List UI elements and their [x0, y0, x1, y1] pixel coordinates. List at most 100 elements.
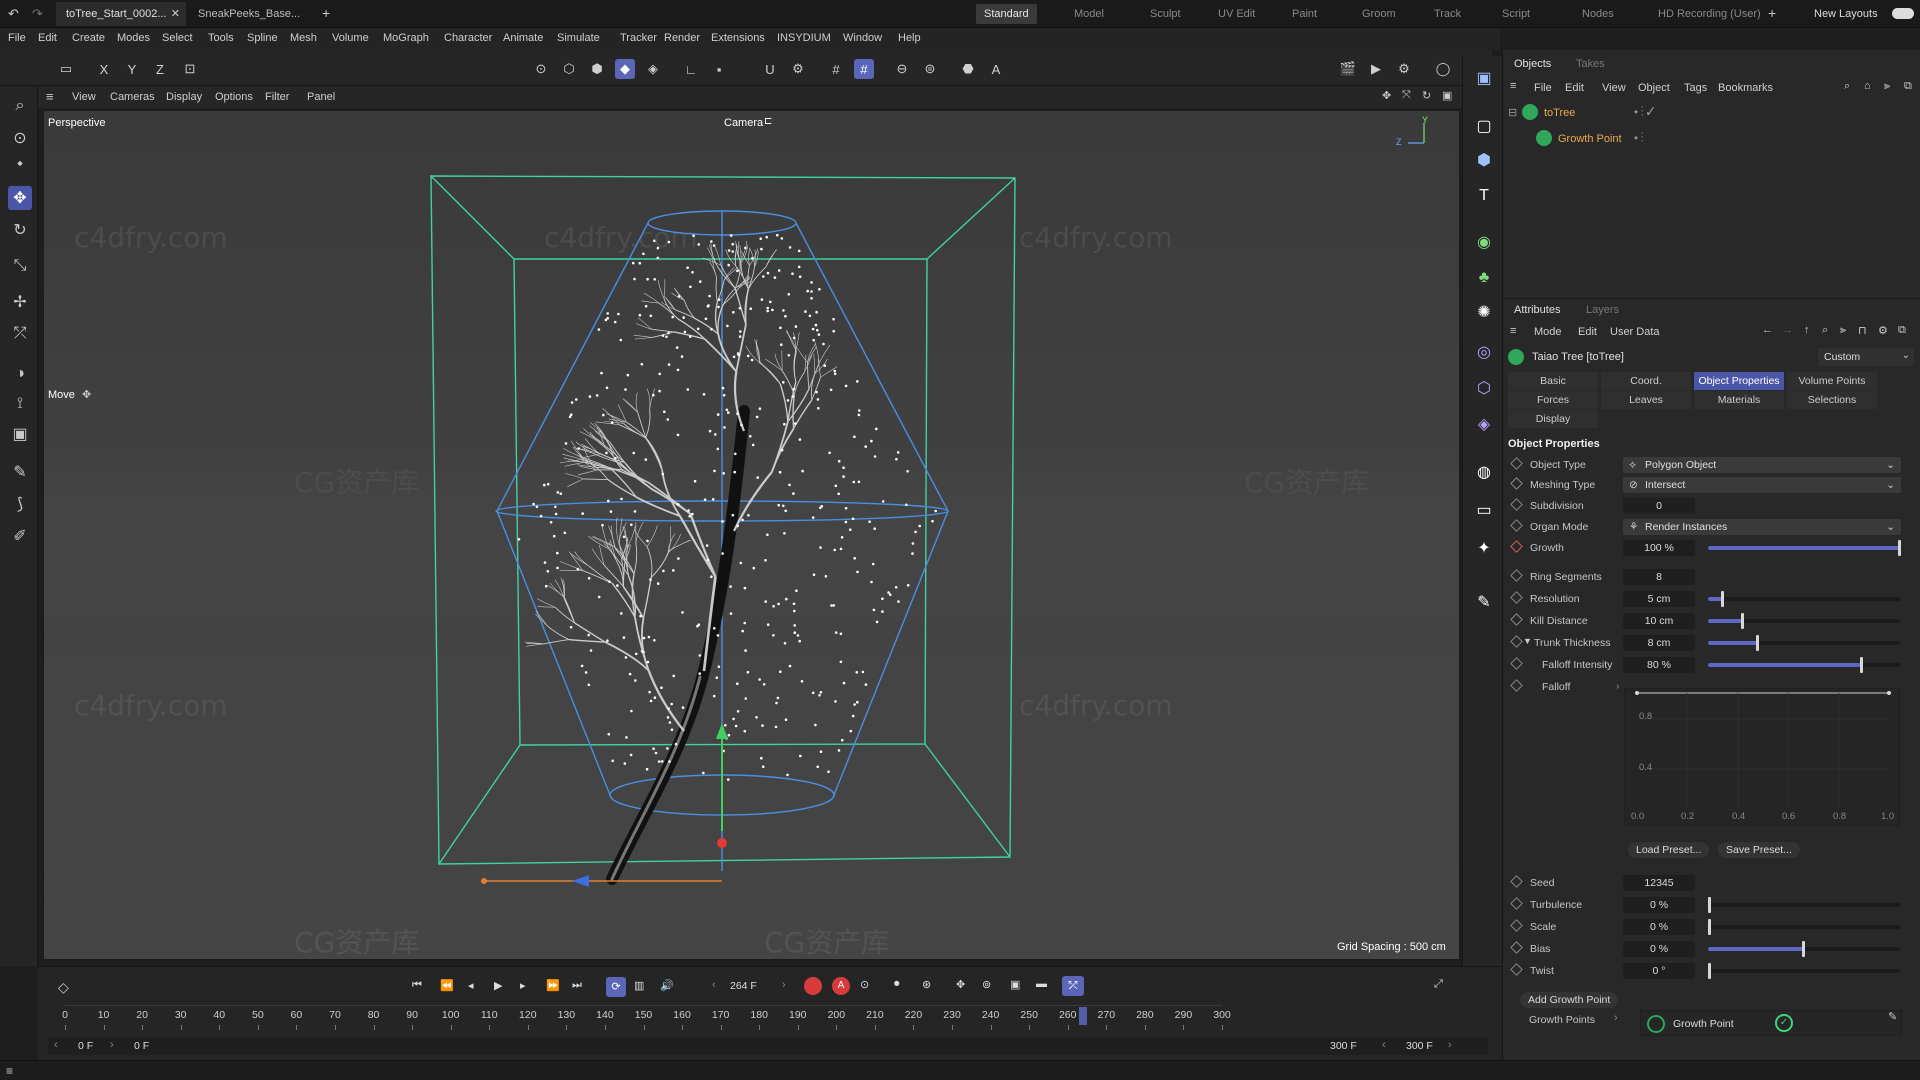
meshing-type-dropdown[interactable]: ⊘ Intersect ⌄ — [1623, 477, 1901, 493]
frame-nav-right-icon[interactable]: › — [110, 1039, 114, 1051]
key-param-icon[interactable]: ⊚ — [982, 978, 991, 991]
paint-tool-icon[interactable]: ✎ — [8, 460, 32, 484]
auto-icon[interactable]: A — [986, 59, 1006, 79]
key-point-icon[interactable]: ▬ — [1036, 978, 1047, 990]
tab-coord[interactable]: Coord. — [1601, 372, 1691, 390]
twist-slider[interactable] — [1708, 963, 1900, 979]
bias-slider[interactable] — [1708, 941, 1900, 957]
y-axis-lock-button[interactable]: Y — [122, 59, 142, 79]
viewport-menu-panel[interactable]: Panel — [307, 91, 335, 103]
growth-slider[interactable] — [1708, 540, 1901, 556]
cube-tool-icon[interactable]: ▣ — [8, 422, 32, 446]
key-rot-icon[interactable]: ⊛ — [922, 978, 931, 991]
tab-attributes[interactable]: Attributes — [1514, 304, 1560, 316]
menu-insydium[interactable]: INSYDIUM — [777, 32, 831, 44]
transform-tool-icon[interactable]: ✢ — [8, 290, 32, 314]
up-arrow-icon[interactable]: ↑ — [1804, 324, 1810, 336]
scale-field[interactable]: 0 % — [1623, 919, 1695, 935]
chevron-right-icon[interactable]: › — [1616, 680, 1620, 692]
objects-hamburger-icon[interactable]: ≡ — [1510, 80, 1516, 92]
render-settings-icon[interactable]: ⚙ — [1394, 59, 1414, 79]
key-pla-icon[interactable]: ▣ — [1010, 978, 1020, 991]
objects-menu-bookmarks[interactable]: Bookmarks — [1718, 82, 1773, 94]
keyframe-icon[interactable] — [1510, 519, 1523, 532]
coordinate-tool-icon[interactable]: ⤱ — [8, 322, 32, 346]
layout-tab-track[interactable]: Track — [1426, 4, 1469, 24]
keyframe-icon[interactable] — [1510, 941, 1523, 954]
preset-dropdown[interactable]: Custom ⌄ — [1818, 348, 1914, 366]
menu-simulate[interactable]: Simulate — [557, 32, 600, 44]
frame-nav-right-icon[interactable]: › — [782, 979, 786, 991]
search-icon[interactable]: ⌕ — [1822, 324, 1828, 337]
viewport-layout-icon[interactable]: ▣ — [1442, 89, 1452, 102]
document-tab-active[interactable]: toTree_Start_0002... ✕ — [56, 2, 186, 26]
new-window-icon[interactable]: ⧉ — [1898, 324, 1906, 337]
play-icon[interactable]: ▶ — [494, 979, 502, 992]
new-tab-plus-icon[interactable]: + — [322, 5, 330, 21]
hamburger-menu-icon[interactable]: ≡ — [46, 89, 54, 104]
falloff-intensity-field[interactable]: 80 % — [1623, 657, 1695, 673]
frame-nav-left-icon[interactable]: ‹ — [54, 1039, 58, 1051]
turbulence-field[interactable]: 0 % — [1623, 897, 1695, 913]
object-name[interactable]: Growth Point — [1558, 133, 1622, 145]
keyframe-selection-icon[interactable]: ⊙ — [860, 978, 869, 991]
attributes-hamburger-icon[interactable]: ≡ — [1510, 325, 1516, 337]
z-axis-lock-button[interactable]: Z — [150, 59, 170, 79]
menu-spline[interactable]: Spline — [247, 32, 278, 44]
viewport-move-icon[interactable]: ✥ — [1382, 89, 1391, 102]
check-icon[interactable]: ✓ — [1775, 1014, 1793, 1032]
scale-tool-icon[interactable]: ⤡ — [8, 254, 32, 278]
redshift-icon[interactable]: ◯ — [1433, 59, 1453, 79]
search-icon[interactable]: ⌕ — [1844, 80, 1850, 93]
search-icon[interactable]: ⌕ — [8, 94, 32, 118]
record-icon[interactable] — [804, 977, 822, 995]
layout-tab-sculpt[interactable]: Sculpt — [1142, 4, 1189, 24]
collapse-icon[interactable]: ⊟ — [1508, 106, 1517, 119]
scale-slider[interactable] — [1708, 919, 1900, 935]
attributes-menu-edit[interactable]: Edit — [1578, 326, 1597, 338]
resolution-field[interactable]: 5 cm — [1623, 591, 1695, 607]
spline-pen-icon[interactable]: ✐ — [8, 524, 32, 548]
timeline-range-bar[interactable]: ‹ 0 F › 0 F 300 F ‹ 300 F › — [48, 1037, 1488, 1055]
keyframe-mode-icon[interactable]: ◇ — [58, 979, 69, 996]
viewport-menu-options[interactable]: Options — [215, 91, 253, 103]
home-icon[interactable]: ⌂ — [1864, 80, 1871, 92]
light-icon[interactable]: ✦ — [1472, 536, 1496, 560]
menu-mesh[interactable]: Mesh — [290, 32, 317, 44]
layout-tab-standard[interactable]: Standard — [976, 4, 1037, 24]
autokey-icon[interactable]: A — [832, 977, 850, 995]
edit-pencil-icon[interactable]: ✎ — [1888, 1010, 1897, 1023]
go-to-start-icon[interactable]: ⏮ — [412, 979, 422, 992]
keyframe-icon[interactable] — [1510, 897, 1523, 910]
new-window-icon[interactable]: ⧉ — [1904, 80, 1912, 93]
field-icon[interactable]: ◎ — [1472, 340, 1496, 364]
texture-mode-icon[interactable]: ◈ — [643, 59, 663, 79]
kill-distance-slider[interactable] — [1708, 613, 1900, 629]
live-select-icon[interactable]: ⬩ — [8, 152, 32, 176]
expand-triangle-icon[interactable]: ▼ — [1523, 636, 1532, 646]
keyframe-icon[interactable] — [1510, 569, 1523, 582]
save-preset-button[interactable]: Save Preset... — [1718, 842, 1800, 858]
scene-icon[interactable]: ◍ — [1472, 460, 1496, 484]
sound-icon[interactable]: 🔊 — [660, 979, 674, 992]
settings-icon[interactable]: ⚙ — [1878, 324, 1888, 337]
volume-icon[interactable]: ⬡ — [1472, 376, 1496, 400]
keyframe-icon[interactable] — [1510, 875, 1523, 888]
keyframe-icon[interactable] — [1510, 963, 1523, 976]
viewport-rotate-icon[interactable]: ↻ — [1422, 89, 1431, 102]
key-pos-icon[interactable]: ⏺ — [894, 978, 900, 991]
menu-tools[interactable]: Tools — [208, 32, 234, 44]
redo-icon[interactable]: ↷ — [32, 6, 43, 22]
objects-menu-edit[interactable]: Edit — [1565, 82, 1584, 94]
quantize-icon[interactable]: # — [854, 59, 874, 79]
attributes-menu-user-data[interactable]: User Data — [1610, 326, 1660, 338]
bias-field[interactable]: 0 % — [1623, 941, 1695, 957]
camera-object-icon[interactable]: ▭ — [1472, 498, 1496, 522]
keyframe-icon[interactable] — [1510, 477, 1523, 490]
document-tab[interactable]: SneakPeeks_Base... — [188, 2, 306, 26]
organ-mode-dropdown[interactable]: ⚘ Render Instances ⌄ — [1623, 519, 1901, 535]
generator-icon[interactable]: ◉ — [1472, 230, 1496, 254]
next-frame-icon[interactable]: ▸ — [520, 979, 526, 992]
range-end-field[interactable]: 300 F — [1330, 1040, 1357, 1052]
menu-volume[interactable]: Volume — [332, 32, 369, 44]
